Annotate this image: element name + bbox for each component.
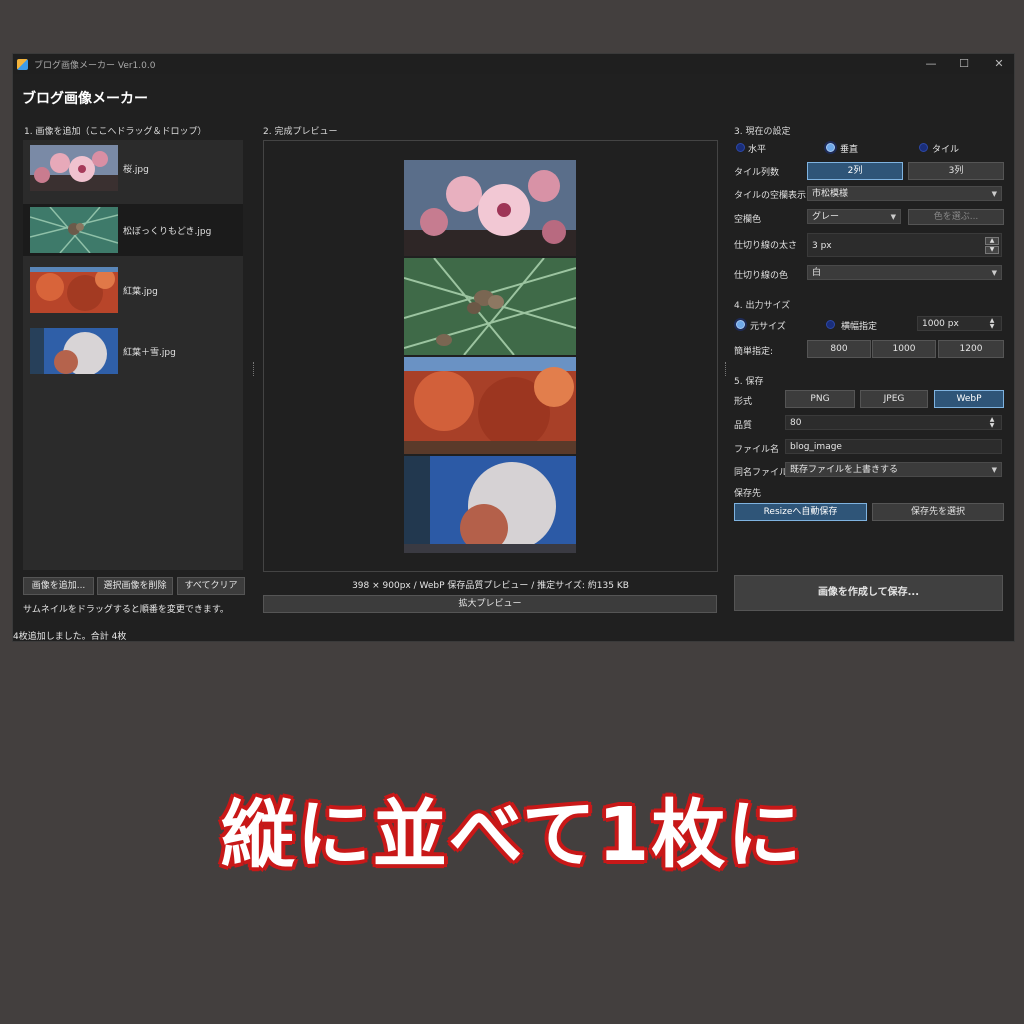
width-spec-label: 横幅指定: [841, 322, 878, 332]
tile-cols-2-button[interactable]: 2列: [807, 162, 903, 180]
spin-arrows-icon[interactable]: ▲ ▼: [985, 237, 999, 254]
format-webp-button[interactable]: WebP: [934, 390, 1004, 408]
blank-color-value: グレー: [812, 212, 840, 222]
list-item-momiji[interactable]: 紅葉.jpg: [23, 264, 243, 316]
chevron-down-icon: ▼: [991, 466, 997, 474]
tile-cols-3-button[interactable]: 3列: [908, 162, 1004, 180]
thumbnail-sakura: [30, 145, 118, 191]
same-name-label: 同名ファイル: [734, 468, 789, 478]
thumbnail-momiji-snow: [30, 328, 118, 374]
maximize-button[interactable]: ☐: [949, 55, 979, 73]
format-label: 形式: [734, 397, 753, 407]
status-bar-text: 4枚追加しました。合計 4枚: [13, 632, 127, 642]
divider-width-label: 仕切り線の太さ: [734, 241, 798, 251]
divider-color-select[interactable]: 白 ▼: [807, 265, 1002, 280]
original-size-label: 元サイズ: [750, 322, 786, 332]
quick-size-label: 簡単指定:: [734, 347, 774, 357]
preview-canvas: [263, 140, 718, 572]
divider-color-value: 白: [812, 268, 822, 278]
divider-width-spinbox[interactable]: 3 px ▲ ▼: [807, 233, 1002, 257]
quality-value: 80: [790, 418, 802, 428]
spin-arrows-icon[interactable]: ▲ ▼: [985, 318, 999, 330]
window-title: ブログ画像メーカー Ver1.0.0: [34, 61, 156, 71]
layout-tile-label: タイル: [932, 145, 960, 155]
overlay-caption: 縦に並べて1枚に: [219, 791, 804, 880]
format-jpeg-button[interactable]: JPEG: [860, 390, 928, 408]
quick-size-800-button[interactable]: 800: [807, 340, 871, 358]
destination-label: 保存先: [734, 489, 762, 499]
preview-section-title: 2. 完成プレビュー: [263, 127, 338, 137]
list-item-sakura[interactable]: 桜.jpg: [23, 142, 243, 194]
tile-empty-label: タイルの空欄表示: [734, 191, 807, 201]
title-bar: ブログ画像メーカー Ver1.0.0 — ☐ ✕: [13, 54, 1014, 74]
add-image-button[interactable]: 画像を追加...: [23, 577, 94, 595]
tile-cols-label: タイル列数: [734, 168, 780, 178]
blank-color-select[interactable]: グレー ▼: [807, 209, 901, 224]
preview-info: 398 × 900px / WebP 保存品質プレビュー / 推定サイズ: 約1…: [352, 581, 629, 591]
file-name: 松ぼっくりもどき.jpg: [123, 227, 212, 237]
list-item-pinecone[interactable]: 松ぼっくりもどき.jpg: [23, 204, 243, 256]
preview-image-momiji-snow: [404, 456, 576, 553]
same-name-value: 既存ファイルを上書きする: [790, 465, 899, 475]
app-window: ブログ画像メーカー Ver1.0.0 — ☐ ✕ ブログ画像メーカー 1. 画像…: [12, 53, 1015, 642]
app-heading: ブログ画像メーカー: [22, 91, 148, 107]
auto-save-button[interactable]: Resizeへ自動保存: [734, 503, 867, 521]
current-settings-section-title: 3. 現在の設定: [734, 127, 791, 137]
minimize-button[interactable]: —: [916, 55, 946, 73]
choose-destination-button[interactable]: 保存先を選択: [872, 503, 1004, 521]
thumbnail-list[interactable]: 桜.jpg 松ぼっくりもどき.jpg 紅葉.jpg 紅葉＋雪.jpg: [23, 140, 243, 570]
divider-color-label: 仕切り線の色: [734, 271, 789, 281]
width-value: 1000 px: [922, 319, 959, 329]
file-name: 紅葉.jpg: [123, 287, 158, 297]
filename-label: ファイル名: [734, 445, 780, 455]
app-icon: [17, 59, 28, 70]
original-size-radio[interactable]: [736, 320, 745, 329]
quality-spinbox[interactable]: 80 ▲ ▼: [785, 415, 1002, 430]
close-button[interactable]: ✕: [984, 55, 1014, 73]
format-png-button[interactable]: PNG: [785, 390, 855, 408]
layout-vertical-label: 垂直: [840, 145, 859, 155]
preview-image-sakura: [404, 160, 576, 256]
quality-label: 品質: [734, 421, 753, 431]
width-spinbox[interactable]: 1000 px ▲ ▼: [917, 316, 1002, 331]
preview-image-pinecone: [404, 258, 576, 355]
layout-horizontal-radio[interactable]: [736, 143, 745, 152]
chevron-down-icon: ▼: [991, 190, 997, 198]
add-images-section-title: 1. 画像を追加（ここへドラッグ＆ドロップ）: [24, 127, 207, 137]
list-item-momiji-snow[interactable]: 紅葉＋雪.jpg: [23, 325, 243, 377]
layout-horizontal-label: 水平: [748, 145, 767, 155]
chevron-down-icon: ▼: [991, 269, 997, 277]
layout-vertical-radio[interactable]: [826, 143, 835, 152]
filename-input[interactable]: blog_image: [785, 439, 1002, 454]
blank-color-label: 空欄色: [734, 215, 762, 225]
same-name-select[interactable]: 既存ファイルを上書きする ▼: [785, 462, 1002, 477]
width-spec-radio[interactable]: [826, 320, 835, 329]
choose-color-button[interactable]: 色を選ぶ...: [908, 209, 1004, 225]
output-size-section-title: 4. 出力サイズ: [734, 301, 791, 311]
thumbnail-pinecone: [30, 207, 118, 253]
layout-tile-radio[interactable]: [919, 143, 928, 152]
zoom-preview-button[interactable]: 拡大プレビュー: [263, 595, 717, 613]
filename-value: blog_image: [790, 442, 842, 452]
tile-empty-value: 市松模様: [812, 189, 849, 199]
thumbnail-momiji: [30, 267, 118, 313]
tile-empty-select[interactable]: 市松模様 ▼: [807, 186, 1002, 201]
clear-all-button[interactable]: すべてクリア: [177, 577, 245, 595]
left-splitter-handle[interactable]: [253, 362, 256, 376]
right-splitter-handle[interactable]: [725, 362, 728, 376]
spin-arrows-icon[interactable]: ▲ ▼: [985, 417, 999, 429]
preview-image-momiji: [404, 357, 576, 454]
file-name: 桜.jpg: [123, 165, 149, 175]
divider-width-value: 3 px: [812, 241, 832, 251]
quick-size-1000-button[interactable]: 1000: [872, 340, 936, 358]
file-name: 紅葉＋雪.jpg: [123, 348, 176, 358]
create-and-save-button[interactable]: 画像を作成して保存...: [734, 575, 1003, 611]
reorder-hint: サムネイルをドラッグすると順番を変更できます。: [23, 605, 229, 615]
remove-selected-button[interactable]: 選択画像を削除: [97, 577, 173, 595]
chevron-down-icon: ▼: [890, 213, 896, 221]
save-section-title: 5. 保存: [734, 377, 764, 387]
quick-size-1200-button[interactable]: 1200: [938, 340, 1004, 358]
